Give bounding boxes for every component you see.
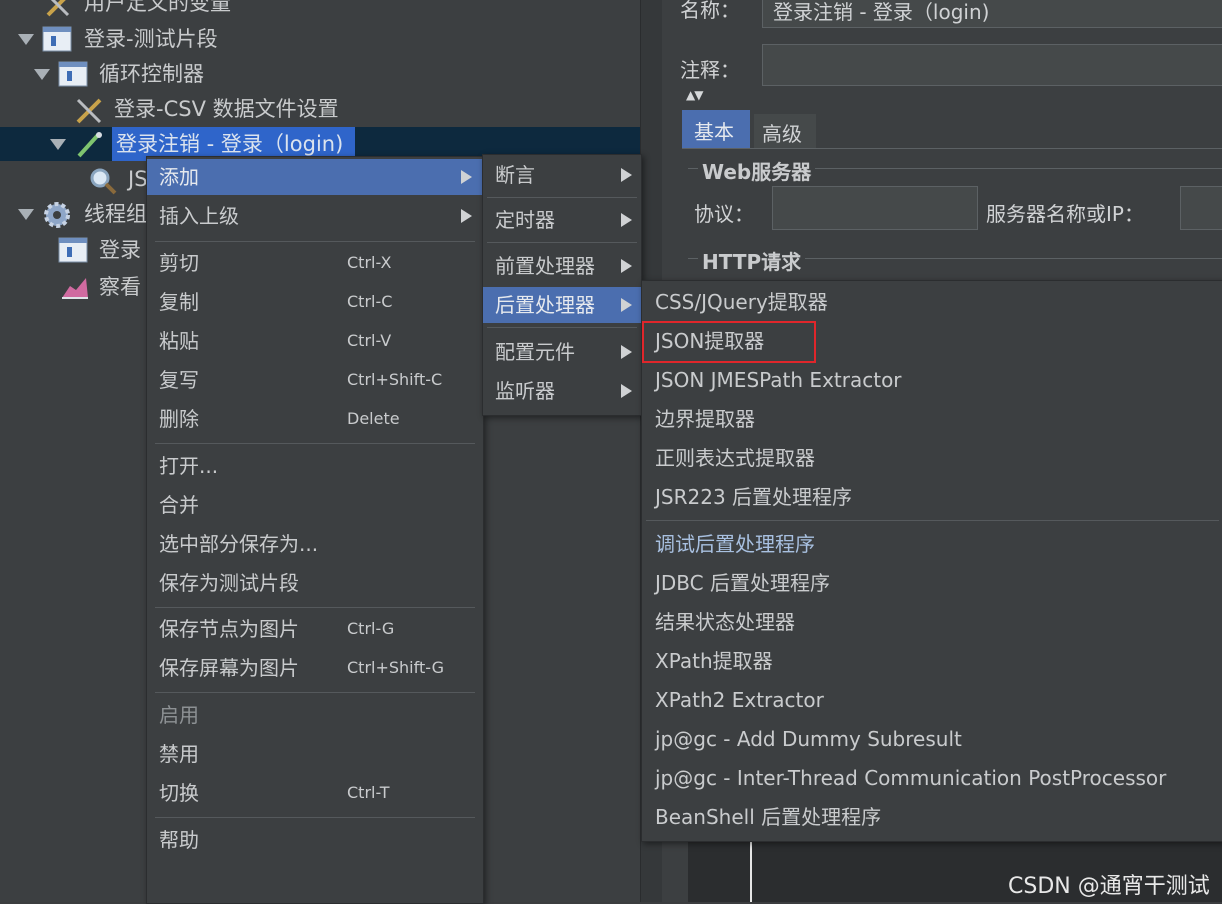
gear-icon: [42, 201, 70, 228]
menu-item-xpath-extractor[interactable]: XPath提取器: [642, 643, 1222, 679]
menu-item-config-elements[interactable]: 配置元件: [483, 334, 641, 370]
tree-item-label: 用户定义的变量: [84, 0, 231, 15]
menu-item-disable[interactable]: 禁用: [147, 736, 483, 772]
menu-item-add-dummy-subresult[interactable]: jp@gc - Add Dummy Subresult: [642, 721, 1222, 757]
menu-item-toggle[interactable]: 切换 Ctrl-T: [147, 775, 483, 811]
post-processor-submenu: CSS/JQuery提取器 JSON提取器 JSON JMESPath Extr…: [641, 280, 1222, 842]
protocol-field[interactable]: [772, 186, 978, 230]
name-label: 名称：: [680, 0, 740, 22]
watermark: CSDN @通宵干测试: [1008, 874, 1210, 899]
menu-item-save-as-fragment[interactable]: 保存为测试片段: [147, 565, 483, 601]
menu-separator: [155, 692, 475, 693]
menu-item-duplicate[interactable]: 复写 Ctrl+Shift-C: [147, 362, 483, 398]
menu-item-save-screen-image[interactable]: 保存屏幕为图片 Ctrl+Shift-G: [147, 650, 483, 686]
menu-item-listeners[interactable]: 监听器: [483, 373, 641, 409]
collapse-arrows-icon[interactable]: ▲▼: [686, 88, 703, 102]
menu-item-pre-processors[interactable]: 前置处理器: [483, 248, 641, 284]
tree-item-test-fragment[interactable]: 登录-测试片段: [0, 22, 640, 56]
menu-separator: [155, 241, 475, 242]
tree-item-csv-config[interactable]: 登录-CSV 数据文件设置: [0, 92, 640, 126]
name-field[interactable]: 登录注销 - 登录（login): [762, 0, 1222, 28]
comment-field[interactable]: [762, 44, 1222, 86]
wrench-screwdriver-icon: [44, 0, 72, 17]
sampler-pipette-icon: [74, 131, 102, 158]
menu-item-open[interactable]: 打开...: [147, 448, 483, 484]
menu-item-jdbc-postprocessor[interactable]: JDBC 后置处理程序: [642, 565, 1222, 601]
menu-separator: [487, 327, 637, 328]
chart-icon: [60, 274, 88, 300]
tree-item-label: 登录-测试片段: [84, 27, 218, 51]
tab-advanced[interactable]: 高级: [754, 114, 816, 148]
fragment-icon: [42, 26, 72, 52]
submenu-arrow-icon: [621, 298, 632, 312]
menu-separator: [155, 817, 475, 818]
add-submenu: 断言 定时器 前置处理器 后置处理器 配置元件 监听器: [482, 154, 642, 416]
menu-item-copy[interactable]: 复制 Ctrl-C: [147, 284, 483, 320]
submenu-arrow-icon: [461, 170, 472, 184]
menu-item-result-status-handler[interactable]: 结果状态处理器: [642, 604, 1222, 640]
server-field[interactable]: [1180, 186, 1222, 230]
tab-basic[interactable]: 基本: [682, 110, 750, 148]
protocol-label: 协议：: [694, 202, 754, 226]
menu-item-help[interactable]: 帮助: [147, 822, 483, 858]
menu-item-timers[interactable]: 定时器: [483, 202, 641, 238]
tree-item-user-variables[interactable]: 用户定义的变量: [0, 0, 640, 20]
wrench-screwdriver-icon: [74, 96, 102, 124]
tab-underline: [682, 148, 1222, 149]
submenu-arrow-icon: [621, 345, 632, 359]
menu-item-regex-extractor[interactable]: 正则表达式提取器: [642, 440, 1222, 476]
submenu-arrow-icon: [621, 213, 632, 227]
tree-item-label: 登录-CSV 数据文件设置: [114, 97, 339, 121]
context-menu: 添加 插入上级 剪切 Ctrl-X 复制 Ctrl-C 粘贴 Ctrl-V 复写…: [146, 156, 484, 904]
menu-item-add[interactable]: 添加: [147, 159, 483, 195]
expand-triangle-icon[interactable]: [50, 139, 66, 150]
menu-item-paste[interactable]: 粘贴 Ctrl-V: [147, 323, 483, 359]
json-extractor-highlight-box: [642, 321, 816, 363]
tree-item-label: 线程组: [84, 202, 147, 226]
menu-item-save-selection-as[interactable]: 选中部分保存为...: [147, 526, 483, 562]
loop-controller-icon: [58, 61, 88, 87]
web-server-title: Web服务器: [698, 156, 816, 185]
menu-item-assertions[interactable]: 断言: [483, 157, 641, 193]
menu-separator: [646, 520, 1219, 521]
tree-item-label: 登录: [99, 238, 141, 262]
expand-triangle-icon[interactable]: [18, 34, 34, 45]
expand-triangle-icon[interactable]: [18, 209, 34, 220]
menu-item-css-jquery-extractor[interactable]: CSS/JQuery提取器: [642, 284, 1222, 320]
menu-item-xpath2-extractor[interactable]: XPath2 Extractor: [642, 682, 1222, 718]
menu-item-save-node-image[interactable]: 保存节点为图片 Ctrl-G: [147, 611, 483, 647]
menu-separator: [487, 197, 637, 198]
menu-separator: [155, 443, 475, 444]
menu-item-inter-thread-communication[interactable]: jp@gc - Inter-Thread Communication PostP…: [642, 760, 1222, 796]
menu-item-post-processors[interactable]: 后置处理器: [483, 287, 641, 323]
tree-item-label: 察看: [99, 275, 141, 299]
tree-item-label: JS: [128, 167, 148, 191]
menu-item-delete[interactable]: 删除 Delete: [147, 401, 483, 437]
submenu-arrow-icon: [621, 259, 632, 273]
tree-item-label: 循环控制器: [99, 62, 204, 86]
submenu-arrow-icon: [621, 168, 632, 182]
menu-item-insert-parent[interactable]: 插入上级: [147, 198, 483, 234]
tree-item-loop-controller[interactable]: 循环控制器: [0, 57, 640, 91]
menu-item-cut[interactable]: 剪切 Ctrl-X: [147, 245, 483, 281]
menu-item-enable[interactable]: 启用: [147, 697, 483, 733]
submenu-arrow-icon: [461, 209, 472, 223]
menu-item-jsr223-postprocessor[interactable]: JSR223 后置处理程序: [642, 479, 1222, 515]
server-label: 服务器名称或IP：: [986, 202, 1144, 226]
menu-item-merge[interactable]: 合并: [147, 487, 483, 523]
http-request-title: HTTP请求: [698, 246, 806, 275]
menu-separator: [487, 242, 637, 243]
comment-label: 注释：: [680, 58, 740, 82]
menu-item-boundary-extractor[interactable]: 边界提取器: [642, 401, 1222, 437]
expand-triangle-icon[interactable]: [34, 69, 50, 80]
magnifier-icon: [88, 166, 117, 195]
submenu-arrow-icon: [621, 384, 632, 398]
menu-separator: [155, 607, 475, 608]
menu-item-beanshell-postprocessor[interactable]: BeanShell 后置处理程序: [642, 799, 1222, 835]
menu-item-debug-postprocessor[interactable]: 调试后置处理程序: [642, 526, 1222, 562]
fragment-icon: [58, 237, 88, 263]
menu-item-json-jmespath-extractor[interactable]: JSON JMESPath Extractor: [642, 362, 1222, 398]
name-field-value: 登录注销 - 登录（login): [773, 0, 990, 24]
